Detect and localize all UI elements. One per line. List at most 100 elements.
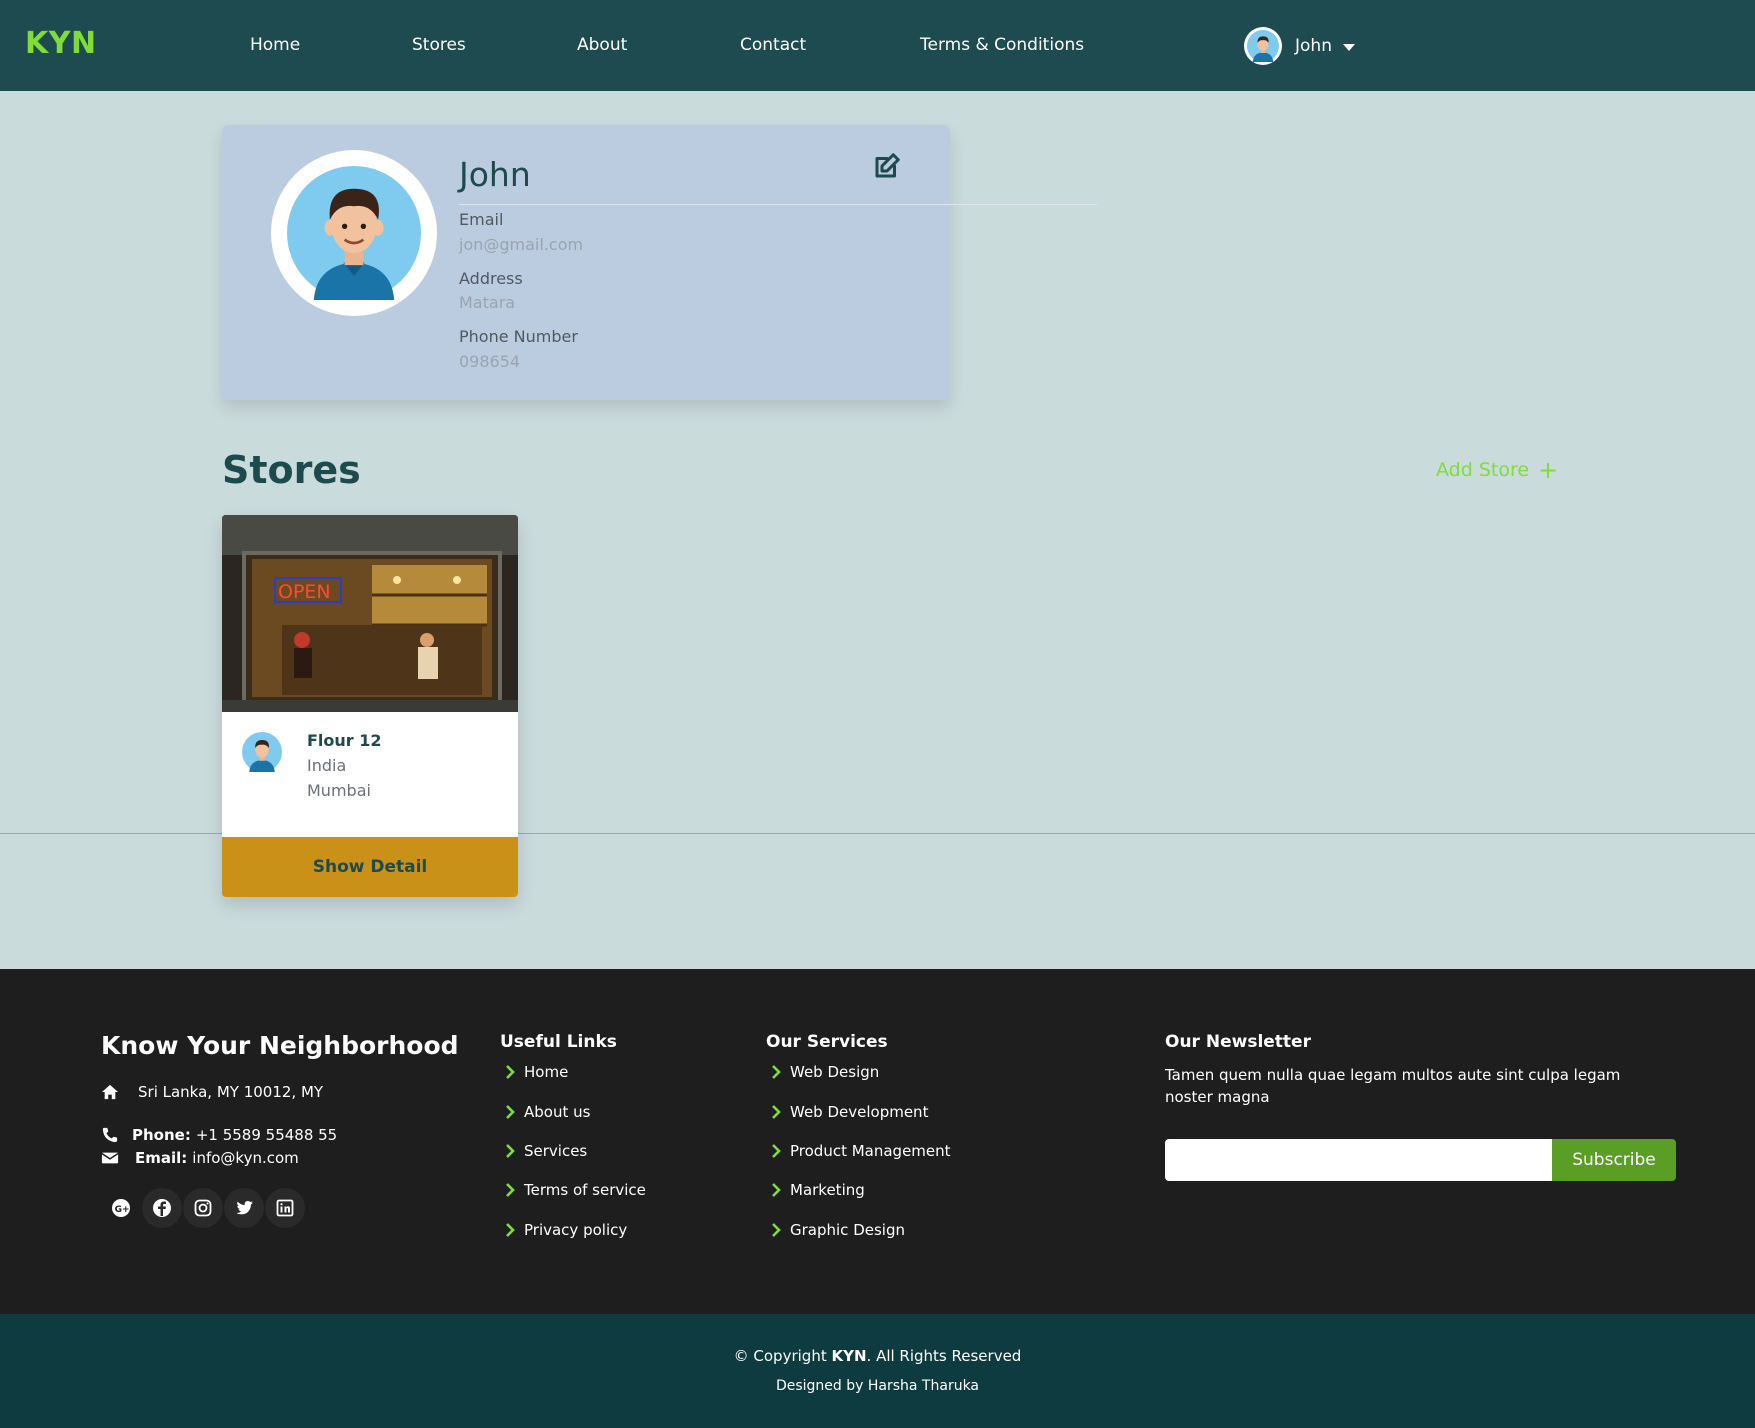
- profile-divider: [459, 204, 1097, 205]
- footer-link-about[interactable]: About us: [500, 1103, 590, 1121]
- nav-link-stores[interactable]: Stores: [412, 35, 466, 55]
- copyright-brand: KYN: [831, 1347, 867, 1365]
- phone-icon: [102, 1127, 118, 1143]
- copyright-prefix: © Copyright: [733, 1347, 832, 1365]
- home-icon: [102, 1084, 118, 1100]
- footer-link-label: Terms of service: [524, 1181, 646, 1199]
- service-label: Marketing: [790, 1181, 865, 1199]
- footer-link-home[interactable]: Home: [500, 1063, 568, 1081]
- phone-value: 098654: [459, 352, 521, 371]
- store-city: Mumbai: [307, 781, 371, 800]
- chevron-right-icon: [772, 1144, 781, 1158]
- phone-label: Phone Number: [459, 327, 578, 346]
- copyright-suffix: . All Rights Reserved: [866, 1347, 1022, 1365]
- footer-link-label: Services: [524, 1142, 588, 1160]
- store-photo: OPEN: [222, 515, 518, 712]
- service-label: Web Design: [790, 1063, 880, 1081]
- email-label: Email: [459, 210, 504, 229]
- footer-phone-value: +1 5589 55488 55: [195, 1126, 338, 1144]
- chevron-right-icon: [772, 1183, 781, 1197]
- profile-card: John Email jon@gmail.com Address Matara …: [222, 125, 1097, 400]
- service-marketing[interactable]: Marketing: [766, 1181, 865, 1199]
- add-store-label: Add Store: [1436, 459, 1530, 481]
- store-country: India: [307, 756, 347, 775]
- avatar: [1244, 27, 1282, 65]
- instagram-icon: [194, 1199, 212, 1217]
- footer-address-text: Sri Lanka, MY 10012, MY: [138, 1083, 324, 1101]
- chevron-right-icon: [506, 1223, 515, 1237]
- newsletter-description: Tamen quem nulla quae legam multos aute …: [1165, 1066, 1621, 1106]
- store-owner-avatar: [242, 732, 282, 772]
- newsletter-email-input[interactable]: [1165, 1139, 1552, 1181]
- store-card[interactable]: OPEN Flour 12 India Mumbai Show Detail: [222, 515, 518, 897]
- add-store-button[interactable]: Add Store +: [1436, 456, 1559, 484]
- footer-phone: Phone: +1 5589 55488 55: [101, 1126, 337, 1144]
- nav-link-contact[interactable]: Contact: [740, 35, 806, 55]
- open-sign: OPEN: [278, 581, 331, 603]
- footer-link-terms[interactable]: Terms of service: [500, 1181, 646, 1199]
- user-avatar-icon: [242, 732, 282, 772]
- chevron-down-icon: [1342, 44, 1355, 51]
- social-links: G+: [101, 1188, 306, 1228]
- chevron-right-icon: [506, 1183, 515, 1197]
- edit-profile-button[interactable]: [872, 151, 902, 181]
- linkedin-icon: [276, 1199, 294, 1217]
- social-facebook[interactable]: [142, 1188, 182, 1228]
- social-instagram[interactable]: [183, 1188, 223, 1228]
- footer-link-services[interactable]: Services: [500, 1142, 587, 1160]
- copyright-bar: © Copyright KYN. All Rights Reserved Des…: [0, 1314, 1755, 1428]
- chevron-right-icon: [772, 1223, 781, 1237]
- service-web-design[interactable]: Web Design: [766, 1063, 879, 1081]
- footer-link-label: About us: [524, 1103, 591, 1121]
- nav-link-terms[interactable]: Terms & Conditions: [920, 35, 1084, 55]
- svg-text:G+: G+: [115, 1205, 130, 1215]
- user-avatar-icon: [287, 166, 421, 300]
- stores-heading: Stores: [222, 448, 361, 492]
- service-label: Web Development: [790, 1103, 929, 1121]
- nav-link-about[interactable]: About: [577, 35, 627, 55]
- footer-link-label: Privacy policy: [524, 1221, 628, 1239]
- address-value: Matara: [459, 293, 516, 312]
- profile-avatar: [271, 150, 437, 316]
- footer-link-label: Home: [524, 1063, 569, 1081]
- chevron-right-icon: [506, 1065, 515, 1079]
- footer-phone-label: Phone:: [132, 1126, 191, 1144]
- service-label: Product Management: [790, 1142, 951, 1160]
- site-logo[interactable]: KYN: [25, 26, 97, 61]
- footer-address: Sri Lanka, MY 10012, MY: [101, 1083, 323, 1101]
- user-name: John: [1295, 36, 1332, 56]
- service-web-development[interactable]: Web Development: [766, 1103, 928, 1121]
- service-label: Graphic Design: [790, 1221, 905, 1239]
- subscribe-button[interactable]: Subscribe: [1552, 1139, 1676, 1181]
- social-google-plus[interactable]: G+: [101, 1188, 141, 1228]
- social-twitter[interactable]: [224, 1188, 264, 1228]
- chevron-right-icon: [506, 1105, 515, 1119]
- chevron-right-icon: [772, 1105, 781, 1119]
- profile-name: John: [459, 155, 531, 194]
- user-menu[interactable]: John: [1244, 26, 1355, 66]
- useful-links-title: Useful Links: [500, 1032, 617, 1052]
- footer-email-value: info@kyn.com: [192, 1149, 299, 1167]
- service-product-management[interactable]: Product Management: [766, 1142, 951, 1160]
- footer-email: Email: info@kyn.com: [101, 1149, 299, 1167]
- user-avatar-icon: [1247, 30, 1279, 62]
- twitter-icon: [236, 1201, 253, 1215]
- show-detail-button[interactable]: Show Detail: [222, 837, 518, 897]
- service-graphic-design[interactable]: Graphic Design: [766, 1221, 905, 1239]
- address-label: Address: [459, 269, 523, 288]
- plus-icon: +: [1538, 456, 1559, 484]
- chevron-right-icon: [772, 1065, 781, 1079]
- footer: Know Your Neighborhood Sri Lanka, MY 100…: [0, 969, 1755, 1314]
- designed-by: Designed by Harsha Tharuka: [775, 1378, 980, 1394]
- facebook-icon: [153, 1199, 171, 1217]
- social-linkedin[interactable]: [265, 1188, 305, 1228]
- edit-icon: [875, 153, 900, 178]
- google-plus-icon: G+: [112, 1199, 130, 1217]
- nav-link-home[interactable]: Home: [250, 35, 300, 55]
- navbar: KYN Home Stores About Contact Terms & Co…: [0, 0, 1755, 91]
- copyright-text: © Copyright KYN. All Rights Reserved: [0, 1347, 1755, 1365]
- store-name: Flour 12: [307, 731, 382, 750]
- envelope-icon: [101, 1152, 119, 1164]
- footer-email-label: Email:: [135, 1149, 188, 1167]
- footer-link-privacy[interactable]: Privacy policy: [500, 1221, 627, 1239]
